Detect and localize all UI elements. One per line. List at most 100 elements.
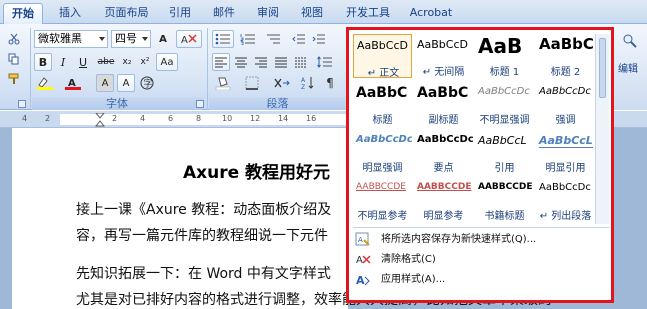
menu-item-label: 清除格式(C) [381,254,436,265]
copy-icon[interactable] [4,50,24,68]
menu-item-apply-styles[interactable]: A 应用样式(A)... [353,270,609,289]
format-painter-icon[interactable] [4,70,24,88]
scrollbar-thumb[interactable] [599,38,606,98]
character-shading-button[interactable]: A [96,74,114,92]
menu-item-label: 将所选内容保存为新快速样式(Q)... [381,234,537,245]
style-list-paragraph[interactable]: AaBbCcDc ↵ 列出段落 [536,178,595,222]
svg-text:A: A [301,77,306,84]
menu-item-save-quick-style[interactable]: A 将所选内容保存为新快速样式(Q)... [353,230,609,249]
svg-text:A: A [358,236,363,244]
style-intense-emphasis[interactable]: AaBbCcDc 明显强调 [353,130,412,174]
style-sample: AaBbCcDc [478,86,530,97]
clipboard-dialog-launcher[interactable] [18,100,26,108]
style-no-spacing[interactable]: AaBbCcD ↵ 无间隔 [414,34,473,78]
style-book-title[interactable]: AABBCCDE 书籍标题 [475,178,534,222]
ruler-number: 12 [250,114,261,123]
separator [207,28,208,108]
style-heading-1[interactable]: AaB 标题 1 [475,34,534,78]
font-color-button[interactable]: A [62,74,84,92]
ribbon-tab-bar: 开始 插入 页面布局 引用 邮件 审阅 视图 开发工具 Acrobat [0,0,647,24]
style-label: 不明显参考 [357,211,408,222]
style-label: 标题 1 [489,67,520,78]
align-right-button[interactable] [252,53,270,71]
save-style-icon: A [355,232,370,246]
distributed-button[interactable] [292,53,310,71]
style-emphasis[interactable]: AaBbCcDc 强调 [536,82,595,126]
gallery-scrollbar[interactable] [595,34,609,224]
ruler-number: 4 [22,114,28,123]
font-size-combo[interactable]: 四号 [111,30,151,48]
clear-formatting-button[interactable]: A [176,30,202,48]
ruler-number: 10 [222,114,233,123]
tab-insert[interactable]: 插入 [50,3,90,24]
style-label: ↵ 正文 [367,68,400,78]
quick-styles-gallery: AaBbCcD ↵ 正文 AaBbCcD ↵ 无间隔 AaB 标题 1 AaBb… [346,27,614,303]
italic-button[interactable]: I [54,53,72,71]
style-label: 标题 [372,115,393,126]
subscript-button[interactable]: x₂ [119,53,135,71]
style-sample: AaBbC [417,85,469,101]
tab-home[interactable]: 开始 [3,3,43,24]
multilevel-list-button[interactable] [262,30,284,48]
ruler-number: 4 [140,114,146,123]
style-normal[interactable]: AaBbCcD ↵ 正文 [353,34,412,78]
show-formatting-marks-button[interactable]: ¶ [320,74,340,92]
font-name-combo[interactable]: 微软雅黑 [34,30,108,48]
menu-item-clear-formatting[interactable]: A 清除格式(C) [353,250,609,269]
find-icon[interactable] [620,32,640,50]
tab-developer[interactable]: 开发工具 [338,3,398,24]
chinese-layout-button[interactable] [270,74,294,92]
enclose-character-button[interactable]: 字 [138,74,156,92]
style-title[interactable]: AaBbC 标题 [353,82,412,126]
justify-button[interactable] [272,53,290,71]
highlight-color-button[interactable] [34,74,56,92]
tab-review[interactable]: 审阅 [250,3,286,24]
tab-page-layout[interactable]: 页面布局 [99,3,154,24]
font-dialog-launcher[interactable] [196,100,204,108]
decrease-indent-button[interactable] [290,30,308,48]
line-spacing-button[interactable] [314,53,336,71]
align-left-button[interactable] [212,53,230,71]
style-sample: AaBbCcDc [417,134,473,145]
cut-icon[interactable] [4,30,24,48]
style-label: 强调 [555,115,576,126]
style-label: ↵ 无间隔 [422,67,465,78]
style-quote[interactable]: AaBbCcL 引用 [475,130,534,174]
menu-item-label: 应用样式(A)... [381,274,446,285]
separator [30,28,31,108]
chevron-down-icon[interactable] [142,37,148,41]
indent-marker-icon[interactable] [95,113,105,127]
character-border-button[interactable]: A [117,74,135,92]
shading-button[interactable] [212,74,236,92]
bold-button[interactable]: B [34,53,52,71]
increase-indent-button[interactable] [310,30,328,48]
svg-text:Z: Z [301,84,305,90]
ruler-number: 8 [196,114,202,123]
superscript-button[interactable]: x² [137,53,153,71]
bullets-button[interactable] [212,30,234,48]
style-subtle-reference[interactable]: AABBCCDE 不明显参考 [353,178,412,222]
borders-button[interactable] [240,74,264,92]
style-sample: AaB [478,34,523,58]
style-heading-2[interactable]: AaBbC 标题 2 [536,34,595,78]
numbering-button[interactable] [237,30,259,48]
tab-mailings[interactable]: 邮件 [206,3,242,24]
style-label: 明显参考 [423,211,464,222]
sort-button[interactable]: AZ [298,74,318,92]
chevron-down-icon[interactable] [99,37,105,41]
grow-font-button[interactable]: A [153,30,173,48]
align-center-button[interactable] [232,53,250,71]
style-subtle-emphasis[interactable]: AaBbCcDc 不明显强调 [475,82,534,126]
strikethrough-button[interactable]: abe [95,53,117,71]
style-strong[interactable]: AaBbCcDc 要点 [414,130,473,174]
style-intense-quote[interactable]: AaBbCcL 明显引用 [536,130,595,174]
style-intense-reference[interactable]: AABBCCDE 明显参考 [414,178,473,222]
style-sample: AaBbCcL [539,134,593,148]
style-subtitle[interactable]: AaBbC 副标题 [414,82,473,126]
tab-references[interactable]: 引用 [162,3,198,24]
style-sample: AABBCCDE [478,182,533,192]
tab-acrobat[interactable]: Acrobat [404,3,458,24]
tab-view[interactable]: 视图 [294,3,330,24]
change-case-button[interactable]: Aa [156,53,178,71]
underline-button[interactable]: U [74,53,92,71]
